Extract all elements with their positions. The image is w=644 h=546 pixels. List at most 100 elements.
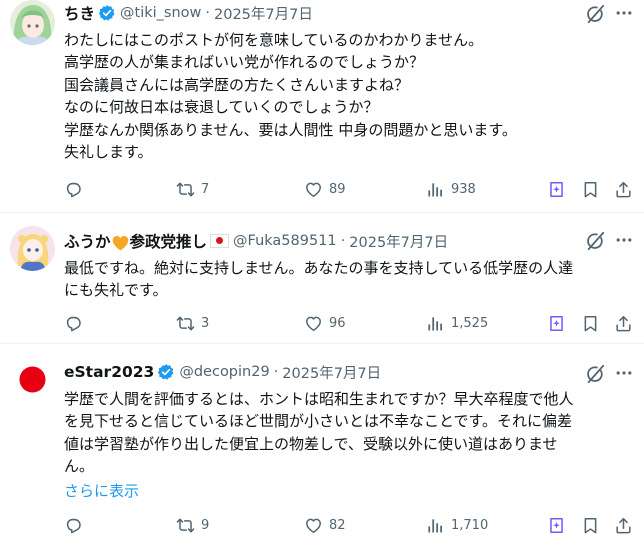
heart-icon (304, 180, 323, 199)
tweet-text-line: にも失礼です。 (64, 281, 168, 300)
views-button[interactable]: 1,525 (426, 310, 488, 336)
tweet-text-line: 国会議員さんには高学歴の方たくさんいますよね？ (64, 75, 410, 94)
action-bar: 7 89 938 (64, 176, 634, 202)
grok-icon (547, 180, 566, 199)
like-count: 89 (329, 181, 346, 197)
repost-icon (176, 516, 195, 535)
author-name[interactable]: ふうか 参政党推し (64, 230, 207, 252)
tweet-text-line: 学歴なんか関係ありません、要は人間性 中身の問題かと思います。 (64, 120, 517, 139)
author-name-part: 参政党推し (129, 233, 208, 251)
tweet-text-line: 値は学習塾が作り出した便宜上の物差しで、受験以外に使い道はありませ (64, 434, 558, 453)
more-options-icon[interactable] (614, 363, 634, 383)
tweet[interactable]: eStar2023 @decopin29 · 2025年7月7日 学歴で人間を評… (0, 344, 644, 546)
share-button[interactable] (614, 176, 633, 202)
repost-count: 9 (201, 517, 210, 533)
share-icon (614, 516, 633, 535)
dot-separator: · (205, 5, 210, 21)
avatar[interactable] (10, 226, 55, 271)
reply-button[interactable] (64, 176, 83, 202)
share-button[interactable] (614, 512, 633, 538)
repost-count: 3 (201, 315, 210, 331)
reply-button[interactable] (64, 310, 83, 336)
author-handle[interactable]: @decopin29 (179, 364, 269, 380)
tweet-text-line: を見下せると信じているほど世間が小さいとは不幸なことです。それに偏差 (64, 412, 573, 431)
grok-explain-icon[interactable] (584, 363, 606, 385)
avatar[interactable] (10, 357, 55, 402)
bookmark-icon (581, 180, 600, 199)
dot-separator: · (273, 364, 279, 380)
reply-icon (64, 180, 83, 199)
tweet-text-line: わたしにはこのポストが何を意味しているのかわかりません。 (64, 31, 484, 49)
verified-badge-icon (157, 363, 175, 381)
like-count: 82 (329, 517, 346, 533)
japan-flag-emoji-icon (210, 234, 230, 248)
author-handle[interactable]: @tiki_snow (120, 5, 201, 21)
tweet-text: 学歴で人間を評価するとは、ホントは昭和生まれですか？早大卒程度で他人 を見下せる… (64, 388, 636, 478)
repost-icon (176, 314, 195, 333)
reply-icon (64, 314, 83, 333)
post-date[interactable]: 2025年7月7日 (282, 362, 381, 383)
author-name-part: ふうか (64, 233, 111, 251)
share-icon (614, 180, 633, 199)
action-bar: 3 96 1,525 (64, 310, 634, 336)
tweet-header: ふうか 参政党推し @Fuka589511 · 2025年7月7日 (64, 230, 448, 252)
grok-button[interactable] (547, 310, 566, 336)
author-handle[interactable]: @Fuka589511 (233, 233, 337, 249)
grok-button[interactable] (547, 512, 566, 538)
bookmark-button[interactable] (581, 512, 600, 538)
share-icon (614, 314, 633, 333)
reply-button[interactable] (64, 512, 83, 538)
more-options-icon[interactable] (614, 230, 634, 250)
like-count: 96 (329, 315, 346, 331)
bookmark-button[interactable] (581, 176, 600, 202)
tweet-header: ちき @tiki_snow · 2025年7月7日 (64, 2, 313, 24)
view-count: 938 (451, 181, 476, 197)
like-button[interactable]: 89 (304, 176, 346, 202)
repost-button[interactable]: 9 (176, 512, 209, 538)
grok-explain-icon[interactable] (584, 3, 606, 25)
tweet-text-line: 高学歴の人が集まればいい党が作れるのでしょうか？ (64, 53, 425, 72)
tweet-text-line: なのに何故日本は衰退していくのでしょうか？ (64, 98, 379, 117)
grok-explain-icon[interactable] (584, 230, 606, 252)
author-name[interactable]: eStar2023 (64, 363, 154, 381)
avatar[interactable] (10, 0, 55, 45)
repost-count: 7 (201, 181, 210, 197)
tweet-text: わたしにはこのポストが何を意味しているのかわかりません。 高学歴の人が集まればい… (64, 29, 636, 163)
tweet-text: 最低ですね。絶対に支持しません。あなたの事を支持している低学歴の人達 にも失礼で… (64, 257, 636, 302)
grok-button[interactable] (547, 176, 566, 202)
repost-button[interactable]: 3 (176, 310, 209, 336)
share-button[interactable] (614, 310, 633, 336)
views-chart-icon (426, 180, 445, 199)
grok-icon (547, 314, 566, 333)
heart-icon (304, 516, 323, 535)
like-button[interactable]: 96 (304, 310, 346, 336)
bookmark-button[interactable] (581, 310, 600, 336)
tweet[interactable]: ちき @tiki_snow · 2025年7月7日 わたしにはこのポストが何を意… (0, 0, 644, 213)
bookmark-icon (581, 516, 600, 535)
post-date[interactable]: 2025年7月7日 (214, 3, 313, 24)
view-count: 1,710 (451, 517, 489, 533)
tweet-text-line: 最低ですね。絶対に支持しません。あなたの事を支持している低学歴の人達 (64, 259, 574, 277)
post-date[interactable]: 2025年7月7日 (349, 231, 448, 252)
tweet-header: eStar2023 @decopin29 · 2025年7月7日 (64, 361, 381, 383)
views-button[interactable]: 938 (426, 176, 476, 202)
action-bar: 9 82 1,710 (64, 512, 634, 538)
heart-icon (304, 314, 323, 333)
bookmark-icon (581, 314, 600, 333)
tweet-text-line: 学歴で人間を評価するとは、ホントは昭和生まれですか？早大卒程度で他人 (64, 390, 574, 408)
grok-icon (547, 516, 566, 535)
orange-heart-emoji-icon (112, 235, 128, 250)
verified-badge-icon (98, 4, 116, 22)
repost-icon (176, 180, 195, 199)
dot-separator: · (340, 233, 346, 249)
tweet-text-line: ん。 (64, 457, 95, 476)
show-more-link[interactable]: さらに表示 (64, 480, 139, 501)
reply-icon (64, 516, 83, 535)
views-button[interactable]: 1,710 (426, 512, 488, 538)
more-options-icon[interactable] (614, 3, 634, 23)
like-button[interactable]: 82 (304, 512, 346, 538)
author-name[interactable]: ちき (64, 2, 95, 24)
repost-button[interactable]: 7 (176, 176, 209, 202)
tweet-text-line: 失礼します。 (64, 143, 153, 162)
tweet[interactable]: ふうか 参政党推し @Fuka589511 · 2025年7月7日 最低ですね。絶… (0, 213, 644, 344)
